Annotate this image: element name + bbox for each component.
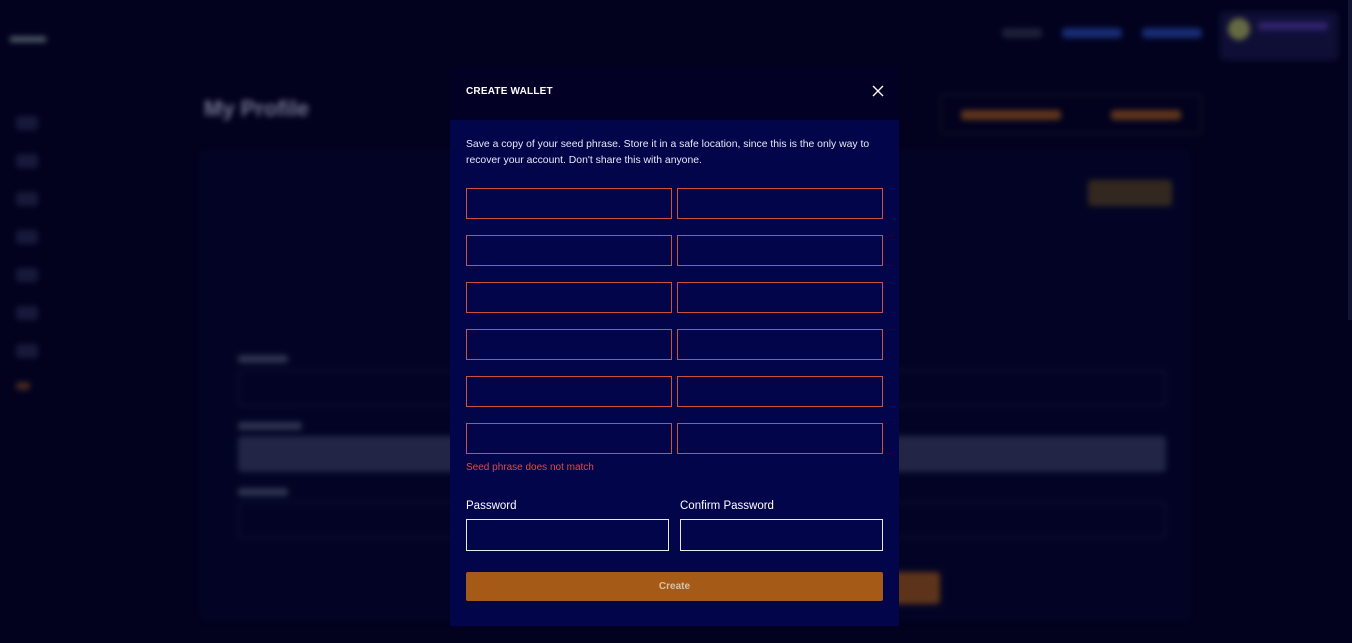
sidebar-icon xyxy=(16,382,30,390)
password-row: Password Confirm Password xyxy=(466,500,883,551)
field-label xyxy=(238,488,288,496)
app-logo: ▬▬ xyxy=(10,26,46,46)
seed-word-2[interactable] xyxy=(677,188,883,219)
sidebar xyxy=(16,116,38,390)
close-icon xyxy=(872,85,884,97)
sidebar-icon xyxy=(16,344,38,358)
sidebar-icon xyxy=(16,154,38,168)
profile-badge xyxy=(1088,180,1172,206)
sidebar-icon xyxy=(16,116,38,130)
confirm-password-field[interactable] xyxy=(680,519,883,551)
password-group: Password xyxy=(466,500,669,551)
field-label xyxy=(238,422,302,430)
seed-word-8[interactable] xyxy=(677,329,883,360)
page-title: My Profile xyxy=(204,96,310,121)
password-label: Password xyxy=(466,500,517,512)
modal-title: CREATE WALLET xyxy=(466,86,553,97)
profile-actions xyxy=(940,94,1202,134)
seed-word-11[interactable] xyxy=(466,423,672,454)
seed-instructions: Save a copy of your seed phrase. Store i… xyxy=(466,139,870,166)
seed-word-6[interactable] xyxy=(677,282,883,313)
create-wallet-modal: CREATE WALLET Save a copy of your seed p… xyxy=(450,66,899,626)
seed-word-10[interactable] xyxy=(677,376,883,407)
seed-word-9[interactable] xyxy=(466,376,672,407)
password-field[interactable] xyxy=(466,519,669,551)
modal-body: Save a copy of your seed phrase. Store i… xyxy=(450,120,899,626)
nav-item xyxy=(1142,28,1202,38)
seed-word-12[interactable] xyxy=(677,423,883,454)
sidebar-icon xyxy=(16,230,38,244)
user-avatar xyxy=(1220,12,1338,60)
modal-header: CREATE WALLET xyxy=(450,66,899,120)
seed-word-4[interactable] xyxy=(677,235,883,266)
nav-item xyxy=(1062,28,1122,38)
page-scrollbar[interactable] xyxy=(1348,0,1352,320)
close-button[interactable] xyxy=(871,84,885,98)
field-label xyxy=(238,355,288,363)
seed-word-1[interactable] xyxy=(466,188,672,219)
sidebar-icon xyxy=(16,192,38,206)
seed-phrase-grid xyxy=(466,188,883,454)
seed-word-5[interactable] xyxy=(466,282,672,313)
seed-error-message: Seed phrase does not match xyxy=(466,462,594,473)
confirm-password-label: Confirm Password xyxy=(680,500,774,512)
top-nav xyxy=(1002,28,1202,38)
confirm-password-group: Confirm Password xyxy=(680,500,883,551)
sidebar-icon xyxy=(16,268,38,282)
create-button[interactable]: Create xyxy=(466,572,883,601)
nav-item xyxy=(1002,28,1042,38)
seed-word-3[interactable] xyxy=(466,235,672,266)
sidebar-icon xyxy=(16,306,38,320)
seed-word-7[interactable] xyxy=(466,329,672,360)
